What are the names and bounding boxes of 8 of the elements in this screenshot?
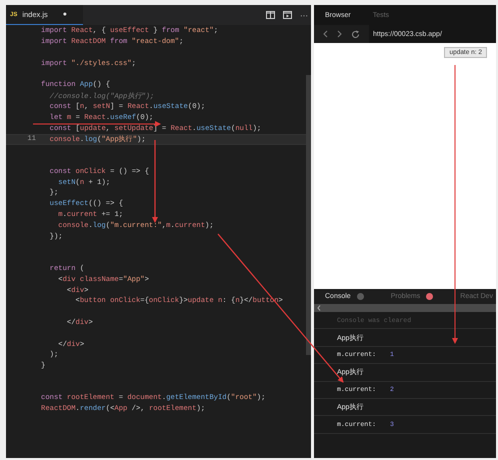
reload-icon[interactable] (351, 30, 360, 38)
preview-icon[interactable] (283, 11, 292, 19)
more-button[interactable]: ··· (300, 10, 308, 20)
back-icon[interactable] (323, 30, 328, 38)
forward-icon[interactable] (337, 30, 342, 38)
scrollbar[interactable] (306, 75, 311, 355)
split-editor-icon[interactable] (266, 11, 275, 19)
collapse-icon[interactable] (317, 305, 321, 311)
